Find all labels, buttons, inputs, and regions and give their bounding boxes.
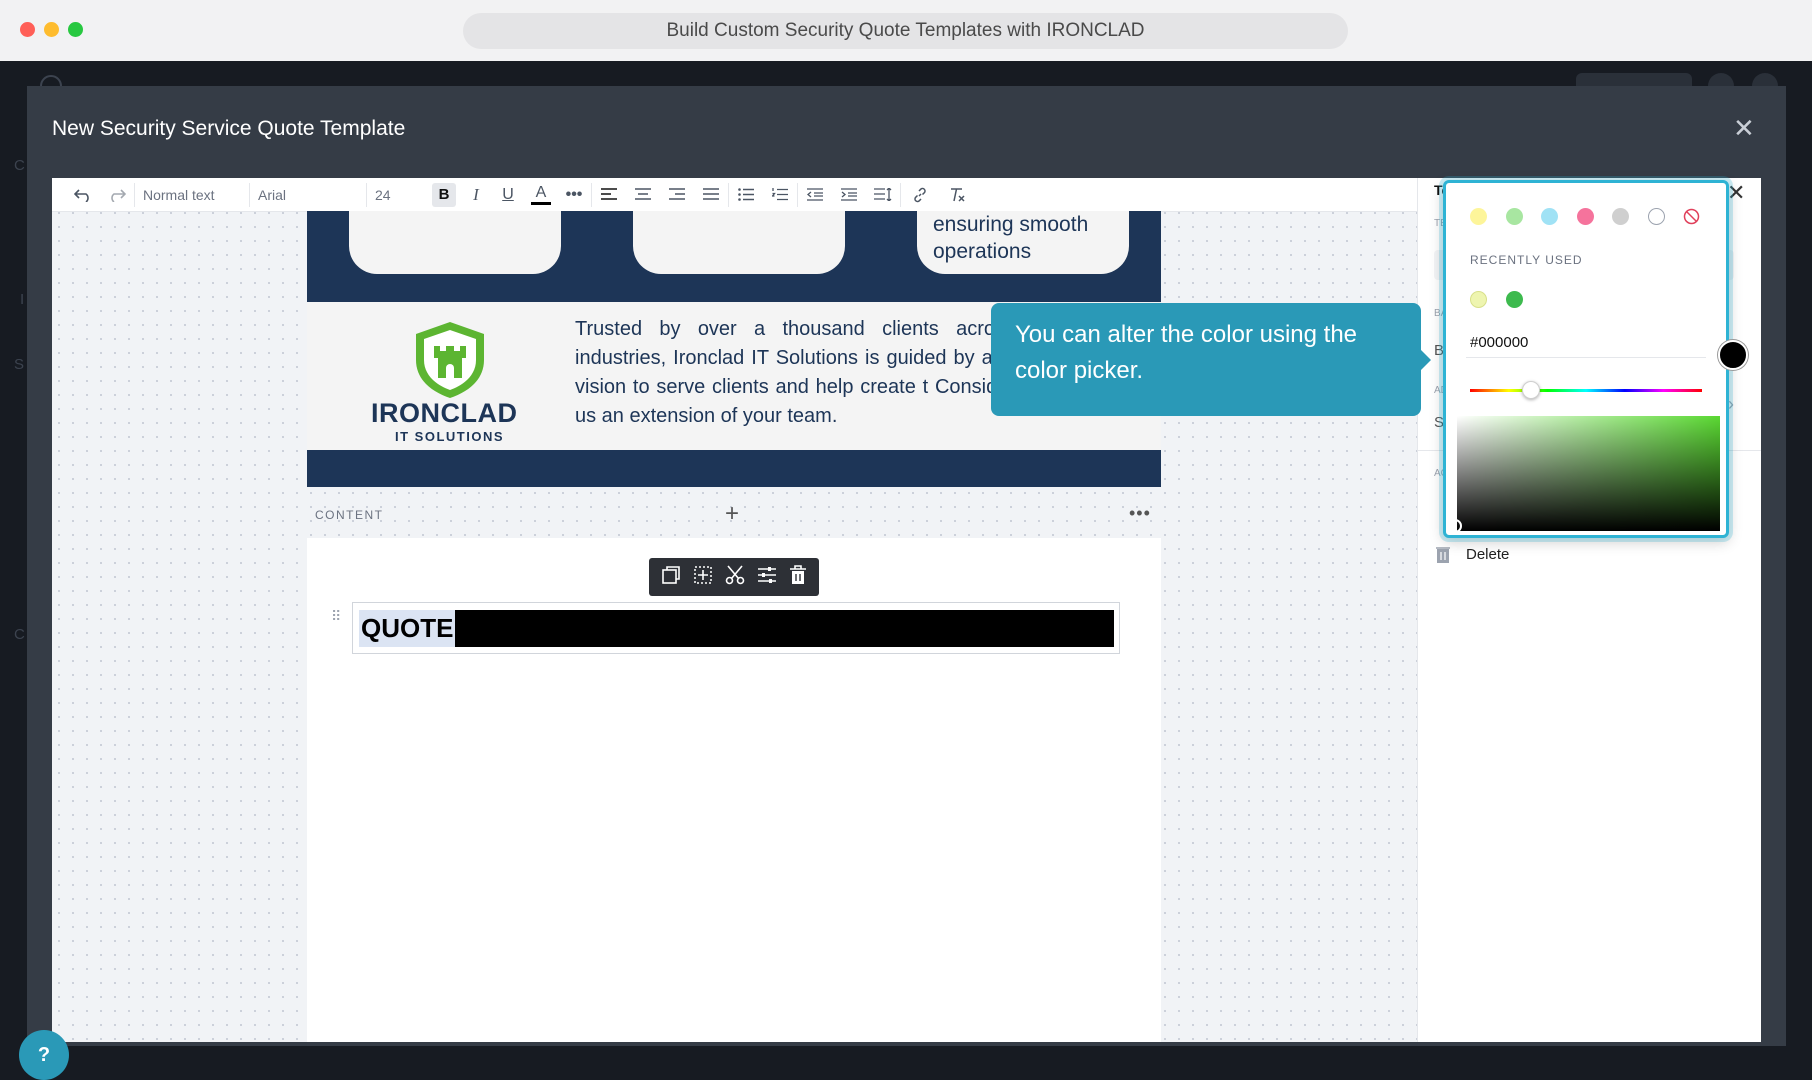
backdrop-sidebar-letter: C xyxy=(14,157,25,174)
quote-heading-text[interactable]: QUOTE xyxy=(359,610,456,647)
indent-icon[interactable] xyxy=(832,178,866,211)
align-right-icon[interactable] xyxy=(660,178,694,211)
font-size-input[interactable]: 24 xyxy=(367,178,427,211)
logo-subtitle: IT SOLUTIONS xyxy=(395,429,504,444)
no-color-icon[interactable] xyxy=(1683,208,1700,225)
swatch-green[interactable] xyxy=(1506,208,1523,225)
logo-wordmark: IRONCLAD xyxy=(371,398,518,428)
swatch-gray[interactable] xyxy=(1612,208,1629,225)
more-icon[interactable]: ••• xyxy=(557,178,591,211)
undo-icon[interactable] xyxy=(66,178,100,211)
add-block-icon[interactable] xyxy=(693,565,713,590)
tooltip-arrow xyxy=(1421,350,1431,370)
trash-icon[interactable] xyxy=(1436,546,1450,563)
add-section-icon[interactable]: + xyxy=(725,500,739,528)
hex-color-input[interactable] xyxy=(1466,327,1706,358)
swatch-blue[interactable] xyxy=(1541,208,1558,225)
services-band: ensuring smooth operations xyxy=(307,211,1161,302)
background-color-swatch[interactable] xyxy=(1718,340,1748,370)
swatch-pink[interactable] xyxy=(1577,208,1594,225)
quote-heading-block[interactable] xyxy=(359,610,1114,647)
backdrop-sidebar-letter: S xyxy=(14,356,25,373)
trash-icon[interactable] xyxy=(789,564,807,590)
swatch-yellow[interactable] xyxy=(1470,208,1487,225)
font-family-select[interactable]: Arial xyxy=(250,178,366,211)
about-paragraph: Trusted by over a thousand clients acros… xyxy=(575,318,1015,427)
about-footer-band xyxy=(307,450,1161,487)
saturation-handle[interactable] xyxy=(1448,519,1462,533)
align-justify-icon[interactable] xyxy=(694,178,728,211)
align-left-icon[interactable] xyxy=(592,178,626,211)
line-height-icon[interactable] xyxy=(866,178,900,211)
color-picker: RECENTLY USED xyxy=(1443,180,1729,538)
modal-title: New Security Service Quote Template xyxy=(52,117,406,140)
settings-icon[interactable] xyxy=(757,565,777,590)
duplicate-icon[interactable] xyxy=(661,565,681,590)
browser-titlebar: Build Custom Security Quote Templates wi… xyxy=(0,0,1812,62)
numbered-list-icon[interactable] xyxy=(763,178,797,211)
align-center-icon[interactable] xyxy=(626,178,660,211)
editor-toolbar: Normal text Arial 24 B I U A ••• xyxy=(52,178,1417,212)
close-icon[interactable]: ✕ xyxy=(1727,180,1745,206)
hue-slider[interactable] xyxy=(1470,389,1702,392)
content-section[interactable]: ⠿ QUOTE xyxy=(307,538,1161,1042)
guide-tooltip: You can alter the color using the color … xyxy=(991,303,1421,416)
redo-icon[interactable] xyxy=(100,178,134,211)
clear-format-icon[interactable] xyxy=(939,178,977,211)
swatch-white[interactable] xyxy=(1648,208,1665,225)
browser-title: Build Custom Security Quote Templates wi… xyxy=(463,13,1348,49)
section-label: CONTENT xyxy=(315,508,384,522)
recently-used-label: RECENTLY USED xyxy=(1470,253,1583,267)
service-card[interactable]: ensuring smooth operations xyxy=(917,211,1129,274)
window-maximize-button[interactable] xyxy=(68,22,83,37)
italic-icon[interactable]: I xyxy=(461,178,491,211)
block-toolbar xyxy=(649,558,819,596)
saturation-area[interactable] xyxy=(1457,416,1720,531)
paragraph-style-select[interactable]: Normal text xyxy=(135,178,249,211)
close-icon[interactable]: ✕ xyxy=(1733,115,1755,141)
help-button[interactable]: ? xyxy=(19,1030,69,1080)
delete-button[interactable]: Delete xyxy=(1466,546,1509,563)
recent-swatch[interactable] xyxy=(1506,291,1523,308)
link-icon[interactable] xyxy=(901,178,939,211)
cut-icon[interactable] xyxy=(725,564,745,590)
bold-icon[interactable]: B xyxy=(432,182,456,207)
hue-slider-handle[interactable] xyxy=(1522,381,1540,399)
section-more-icon[interactable]: ••• xyxy=(1129,503,1151,524)
drag-handle-icon[interactable]: ⠿ xyxy=(331,608,341,625)
backdrop-sidebar-letter: I xyxy=(20,291,25,308)
ironclad-logo-shield xyxy=(414,320,486,405)
bullet-list-icon[interactable] xyxy=(729,178,763,211)
service-card[interactable] xyxy=(349,211,561,274)
recent-swatch[interactable] xyxy=(1470,291,1487,308)
underline-icon[interactable]: U xyxy=(491,178,525,211)
window-close-button[interactable] xyxy=(20,22,35,37)
service-card[interactable] xyxy=(633,211,845,274)
backdrop-sidebar-letter: C xyxy=(14,626,25,643)
service-card-text: ensuring smooth operations xyxy=(933,213,1089,263)
text-color-icon[interactable]: A xyxy=(525,178,557,211)
outdent-icon[interactable] xyxy=(798,178,832,211)
window-minimize-button[interactable] xyxy=(44,22,59,37)
